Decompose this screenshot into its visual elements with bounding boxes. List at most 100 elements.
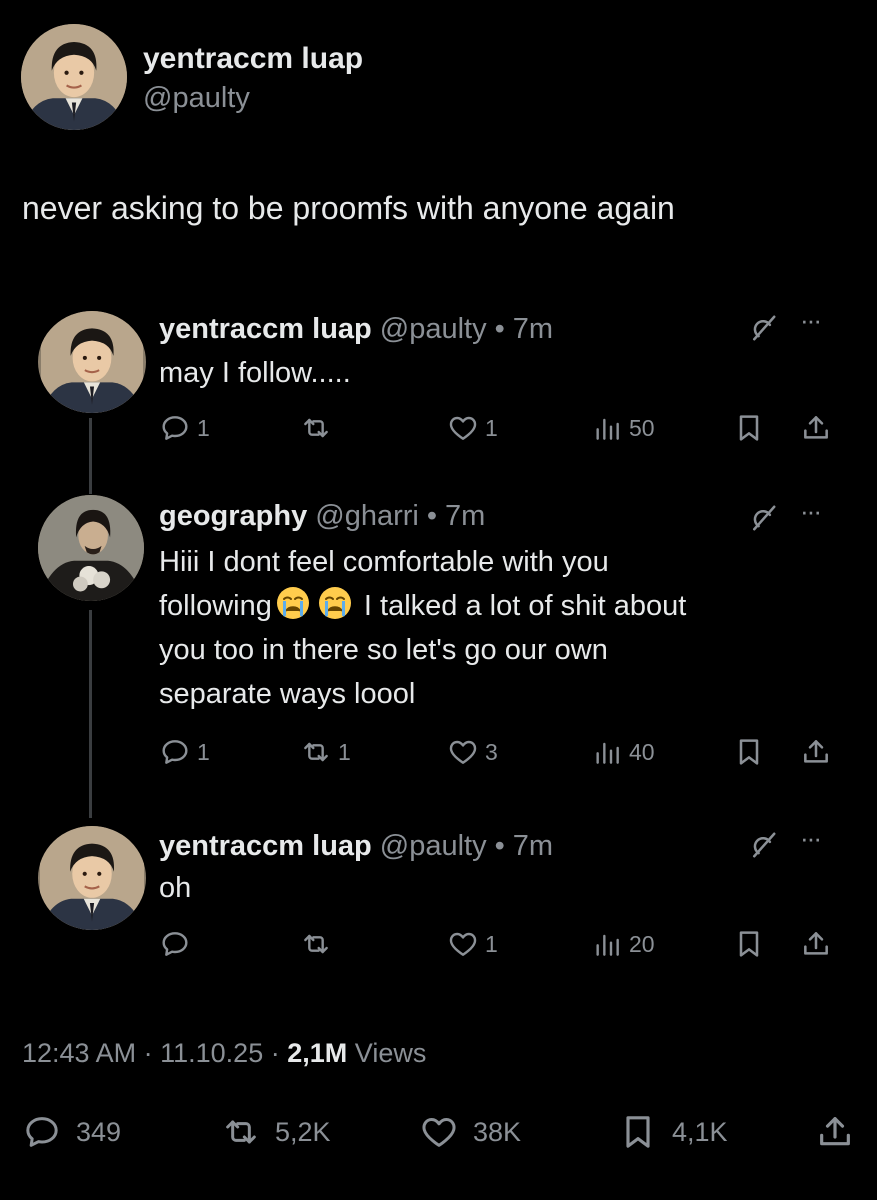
heart-icon	[447, 736, 479, 768]
views-button[interactable]: 40	[591, 736, 655, 768]
speech-bubble-icon	[159, 412, 191, 444]
reply-count: 1	[197, 738, 210, 765]
reply-avatar[interactable]	[38, 826, 146, 930]
repost-button[interactable]: 1	[300, 736, 351, 768]
speech-bubble-icon	[159, 928, 191, 960]
share-button[interactable]	[800, 928, 832, 960]
reply-header: geography @gharri • 7m	[159, 500, 485, 533]
grok-icon[interactable]	[748, 503, 778, 533]
heart-icon	[447, 928, 479, 960]
bookmark-button[interactable]	[733, 928, 765, 960]
separator: ·	[143, 1038, 153, 1068]
reply-author-handle[interactable]: @paulty	[380, 830, 487, 862]
bookmark-icon	[618, 1112, 658, 1152]
views-button[interactable]: 50	[591, 412, 655, 444]
post-text: never asking to be proomfs with anyone a…	[22, 190, 675, 226]
avatar-image	[21, 24, 127, 130]
bookmark-icon	[733, 736, 765, 768]
thread-line	[89, 610, 92, 818]
reply-count: 1	[197, 414, 210, 441]
views-count: 20	[629, 930, 655, 957]
views-count: 40	[629, 738, 655, 765]
speech-bubble-icon	[22, 1112, 62, 1152]
reply-text: may I follow.....	[159, 357, 351, 389]
reply-avatar[interactable]	[38, 495, 144, 601]
like-count: 3	[485, 738, 498, 765]
share-button[interactable]	[800, 412, 832, 444]
post-repost-button[interactable]: 5,2K	[221, 1112, 331, 1152]
reply-author-handle[interactable]: @gharri	[315, 500, 419, 532]
separator: ·	[270, 1038, 280, 1068]
reply-text-line: Hiii I dont feel comfortable with you	[159, 546, 609, 578]
like-button[interactable]: 1	[447, 928, 498, 960]
bar-chart-icon	[591, 736, 623, 768]
reply-time[interactable]: • 7m	[495, 830, 554, 862]
share-upload-icon	[815, 1112, 855, 1152]
share-upload-icon	[800, 736, 832, 768]
post-date[interactable]: 11.10.25	[160, 1038, 263, 1068]
post-share-button[interactable]	[815, 1112, 855, 1152]
bookmark-icon	[733, 412, 765, 444]
share-button[interactable]	[800, 736, 832, 768]
bookmark-button[interactable]	[733, 736, 765, 768]
reply-avatar[interactable]	[38, 311, 146, 413]
post-bookmark-count: 4,1K	[672, 1116, 728, 1147]
bookmark-icon	[733, 928, 765, 960]
views-button[interactable]: 20	[591, 928, 655, 960]
more-icon[interactable]: ···	[800, 305, 822, 336]
author-name[interactable]: yentraccm luap	[143, 42, 363, 76]
post-bookmark-button[interactable]: 4,1K	[618, 1112, 728, 1152]
repost-count: 1	[338, 738, 351, 765]
avatar-image	[38, 826, 146, 930]
heart-icon	[419, 1112, 459, 1152]
reply-text: oh	[159, 872, 192, 904]
share-upload-icon	[800, 412, 832, 444]
reply-button[interactable]: 1	[159, 736, 210, 768]
reply-author-handle[interactable]: @paulty	[380, 313, 487, 345]
reply-button[interactable]: 1	[159, 412, 210, 444]
reply-header: yentraccm luap @paulty • 7m	[159, 830, 553, 863]
bookmark-button[interactable]	[733, 412, 765, 444]
like-button[interactable]: 1	[447, 412, 498, 444]
reply-author-name[interactable]: yentraccm luap	[159, 830, 372, 862]
post-time[interactable]: 12:43 AM	[22, 1038, 136, 1068]
reply-text-line: you too in there so let's go our own	[159, 634, 608, 666]
repost-button[interactable]	[300, 928, 338, 960]
more-icon[interactable]: ···	[800, 496, 822, 527]
avatar-image	[38, 311, 146, 413]
post-timestamp-row: 12:43 AM · 11.10.25 · 2,1M Views	[22, 1038, 426, 1069]
grok-icon[interactable]	[748, 830, 778, 860]
reply-time[interactable]: • 7m	[427, 500, 486, 532]
reply-text-line: separate ways loool	[159, 678, 416, 710]
share-upload-icon	[800, 928, 832, 960]
grok-icon[interactable]	[748, 313, 778, 343]
heart-icon	[447, 412, 479, 444]
reply-text: Hiii I dont feel comfortable with you fo…	[159, 540, 819, 716]
post-reply-button[interactable]: 349	[22, 1112, 121, 1152]
reply-time[interactable]: • 7m	[495, 313, 554, 345]
post-like-button[interactable]: 38K	[419, 1112, 521, 1152]
thread-line	[89, 418, 92, 494]
post-views-count[interactable]: 2,1M	[287, 1038, 347, 1068]
like-count: 1	[485, 414, 498, 441]
repost-arrows-icon	[300, 412, 332, 444]
reply-button[interactable]	[159, 928, 197, 960]
post-views-label: Views	[354, 1038, 427, 1068]
loudly-crying-face-emoji	[317, 585, 353, 621]
author-handle[interactable]: @paulty	[143, 82, 250, 115]
repost-button[interactable]	[300, 412, 338, 444]
repost-arrows-icon	[300, 736, 332, 768]
post-repost-count: 5,2K	[275, 1116, 331, 1147]
repost-arrows-icon	[300, 928, 332, 960]
author-avatar[interactable]	[21, 24, 127, 130]
reply-author-name[interactable]: yentraccm luap	[159, 313, 372, 345]
speech-bubble-icon	[159, 736, 191, 768]
post-reply-count: 349	[76, 1116, 122, 1147]
reply-author-name[interactable]: geography	[159, 500, 307, 532]
more-icon[interactable]: ···	[800, 823, 822, 854]
post-like-count: 38K	[473, 1116, 522, 1147]
bar-chart-icon	[591, 928, 623, 960]
like-button[interactable]: 3	[447, 736, 498, 768]
like-count: 1	[485, 930, 498, 957]
reply-text-line: following I talked a lot of shit about	[159, 584, 819, 628]
